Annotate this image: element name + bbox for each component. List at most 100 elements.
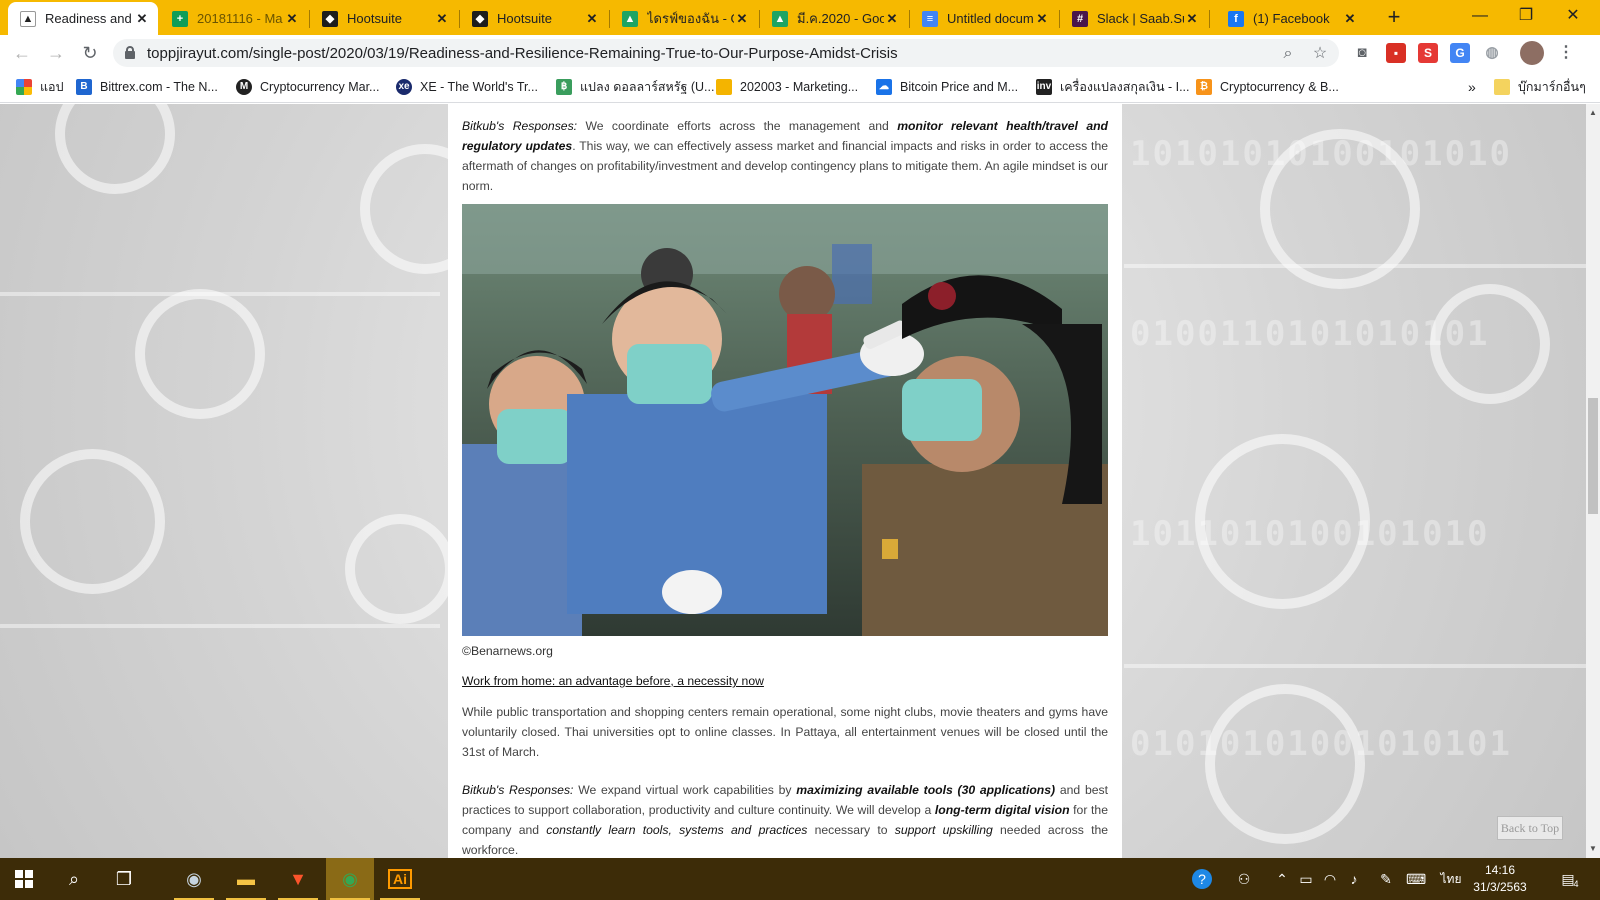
close-icon[interactable]: ✕ [884,11,900,27]
bookmark-label: Cryptocurrency & B... [1220,80,1339,94]
slack-icon: # [1072,10,1088,27]
bookmarks-overflow-button[interactable]: » [1468,77,1476,97]
bookmark-currency[interactable]: ฿ แปลง ดอลลาร์สหรัฐ (U... [556,77,714,97]
task-view-button[interactable]: ❐ [100,858,148,900]
zoom-search-icon[interactable]: ⌕ [1277,43,1299,65]
help-icon[interactable]: ? [1192,869,1212,889]
wifi-icon[interactable]: ◠ [1320,869,1340,889]
scrollbar-thumb[interactable] [1588,398,1598,514]
page-viewport: 10101010100101010 0100110101010101 10110… [0,104,1586,858]
emphasis-text: support upskilling [894,823,993,837]
back-to-top-button[interactable]: Back to Top [1497,816,1563,840]
search-button[interactable]: ⌕ [50,858,98,900]
globe-extension-icon[interactable]: ◍ [1482,43,1502,63]
scroll-down-arrow-icon[interactable]: ▼ [1586,842,1600,856]
camera-extension-icon[interactable]: ◙ [1352,43,1372,63]
close-icon[interactable]: ✕ [434,11,450,27]
bookmark-label: Cryptocurrency Mar... [260,80,380,94]
translate-extension-icon[interactable]: G [1450,43,1470,63]
crypto-icon: ₿ [1196,79,1212,95]
tab-slack[interactable]: # Slack | Saab.Su ✕ [1060,2,1208,35]
folder-icon [716,79,732,95]
bookmark-crypto[interactable]: ₿ Cryptocurrency & B... [1196,77,1339,97]
taskbar-steam[interactable]: ◉ [170,858,218,900]
apps-icon [16,79,32,95]
volume-icon[interactable]: ♪ [1344,869,1364,889]
chrome-icon: ◉ [342,868,358,889]
folder-icon [1494,79,1510,95]
bookmark-bittrex[interactable]: B Bittrex.com - The N... [76,77,218,97]
bookmark-bitcoin-price[interactable]: ☁ Bitcoin Price and M... [876,77,1018,97]
bookmark-marketing[interactable]: 202003 - Marketing... [716,77,858,97]
back-button[interactable]: ← [8,39,36,67]
minimize-button[interactable]: — [1457,0,1503,32]
chevron-up-icon[interactable]: ⌃ [1272,869,1292,889]
paragraph-text: We coordinate efforts across the managem… [577,119,898,133]
s-extension-icon[interactable]: S [1418,43,1438,63]
language-indicator[interactable]: ไทย [1438,869,1464,889]
url-text[interactable]: toppjirayut.com/single-post/2020/03/19/R… [147,45,898,62]
close-icon[interactable]: ✕ [584,11,600,27]
avatar[interactable] [1520,41,1544,65]
bg-piggy-circle [55,104,175,194]
bookmark-label: แปลง ดอลลาร์สหรัฐ (U... [580,80,715,94]
people-icon[interactable]: ⚇ [1234,869,1254,889]
bg-coin-circle [345,514,455,624]
page-scrollbar[interactable]: ▲ ▼ [1586,104,1600,858]
keyboard-icon[interactable]: ⌨ [1406,869,1426,889]
system-clock[interactable]: 14:16 31/3/2563 [1464,862,1536,896]
tab-sheets[interactable]: + 20181116 - Ma ✕ [160,2,308,35]
bg-circuit-line [1124,264,1586,268]
tab-title: Hootsuite [347,11,402,26]
close-icon[interactable]: ✕ [1034,11,1050,27]
bookmark-coinmarketcap[interactable]: M Cryptocurrency Mar... [236,77,379,97]
bg-circuit-line [0,624,440,628]
tab-drive-2[interactable]: ▲ มี.ค.2020 - Goo ✕ [760,2,908,35]
bookmark-xe[interactable]: xe XE - The World's Tr... [396,77,538,97]
tab-hootsuite-2[interactable]: ◆ Hootsuite ✕ [460,2,608,35]
tab-docs[interactable]: ≡ Untitled docum ✕ [910,2,1058,35]
bookmark-apps[interactable]: แอป [16,77,64,97]
hootsuite-icon: ◆ [472,10,488,27]
reload-button[interactable]: ↻ [76,39,104,67]
article-content: Bitkub's Responses: We coordinate effort… [448,104,1122,858]
red-extension-icon[interactable]: ▪ [1386,43,1406,63]
steam-icon: ◉ [186,868,202,889]
battery-icon[interactable]: ▭ [1296,869,1316,889]
address-bar[interactable]: toppjirayut.com/single-post/2020/03/19/R… [113,39,1339,67]
bookmark-label: เครื่องแปลงสกุลเงิน - I... [1060,80,1190,94]
taskbar-illustrator[interactable]: Ai [376,858,424,900]
bookmark-investing[interactable]: inv เครื่องแปลงสกุลเงิน - I... [1036,77,1190,97]
forward-button[interactable]: → [42,39,70,67]
bookmark-star-icon[interactable]: ☆ [1309,43,1331,65]
tab-hootsuite-1[interactable]: ◆ Hootsuite ✕ [310,2,458,35]
tab-drive-1[interactable]: ▲ ไดรฟ์ของฉัน - Go ✕ [610,2,758,35]
close-icon[interactable]: ✕ [134,11,150,27]
taskbar-chrome[interactable]: ◉ [326,858,374,900]
new-tab-button[interactable]: + [1380,4,1408,32]
bitkub-response-paragraph-2: Bitkub's Responses: We expand virtual wo… [462,780,1108,858]
xe-icon: xe [396,79,412,95]
maximize-button[interactable]: ❐ [1503,0,1549,32]
taskbar-file-explorer[interactable]: ▬ [222,858,270,900]
tab-strip: ▲ Readiness and ✕ + 20181116 - Ma ✕ ◆ Ho… [0,0,1600,35]
close-icon[interactable]: ✕ [1184,11,1200,27]
other-bookmarks[interactable]: บุ๊กมาร์กอื่นๆ [1494,77,1586,97]
section-heading: Work from home: an advantage before, a n… [462,674,764,688]
close-icon[interactable]: ✕ [734,11,750,27]
illustrator-icon: Ai [388,869,412,889]
start-button[interactable] [0,858,48,900]
taskbar-brave[interactable]: ▼ [274,858,322,900]
site-logo-icon: ▲ [20,10,36,27]
bookmark-label: Bitcoin Price and M... [900,80,1019,94]
windows-taskbar: ⌕ ❐ ◉ ▬ ▼ ◉ Ai ? ⚇ ⌃ ▭ ◠ ♪ ✎ ⌨ ไทย 14:16… [0,858,1600,900]
pen-icon[interactable]: ✎ [1376,869,1396,889]
close-icon[interactable]: ✕ [284,11,300,27]
menu-kebab-icon[interactable]: ⋮ [1556,43,1576,63]
scroll-up-arrow-icon[interactable]: ▲ [1586,106,1600,120]
tab-facebook[interactable]: f (1) Facebook ✕ [1216,2,1366,35]
close-icon[interactable]: ✕ [1342,11,1358,27]
emphasis-text: maximizing available tools (30 applicati… [796,783,1056,797]
close-window-button[interactable]: ✕ [1550,0,1596,32]
tab-readiness[interactable]: ▲ Readiness and ✕ [8,2,158,35]
